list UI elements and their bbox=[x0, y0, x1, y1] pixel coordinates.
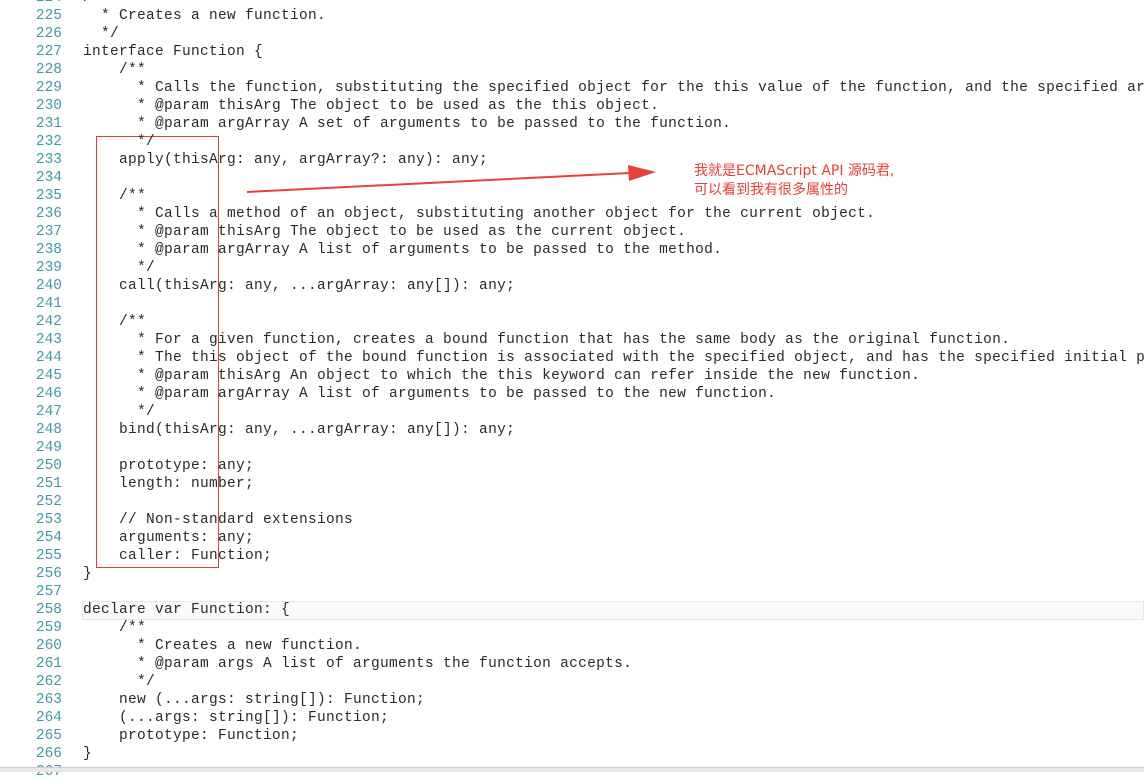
code-text[interactable]: * The this object of the bound function … bbox=[83, 349, 1144, 367]
code-text[interactable]: /** bbox=[83, 313, 146, 331]
code-text[interactable]: * @param argArray A set of arguments to … bbox=[83, 115, 731, 133]
code-text[interactable]: /** bbox=[83, 61, 146, 79]
code-text[interactable]: */ bbox=[83, 133, 155, 151]
code-text[interactable]: prototype: Function; bbox=[83, 727, 299, 745]
arrow-head bbox=[628, 165, 656, 181]
annotation-text: 我就是ECMAScript API 源码君, 可以看到我有很多属性的 bbox=[694, 162, 894, 200]
code-text[interactable]: * Calls a method of an object, substitut… bbox=[83, 205, 875, 223]
horizontal-scrollbar[interactable] bbox=[0, 767, 1144, 772]
code-text[interactable]: /** bbox=[83, 187, 146, 205]
code-text[interactable]: (...args: string[]): Function; bbox=[83, 709, 389, 727]
code-text[interactable]: * For a given function, creates a bound … bbox=[83, 331, 1010, 349]
code-text[interactable]: // Non-standard extensions bbox=[83, 511, 353, 529]
code-text[interactable]: interface Function { bbox=[83, 43, 263, 61]
code-text[interactable]: * @param args A list of arguments the fu… bbox=[83, 655, 632, 673]
code-text[interactable]: */ bbox=[83, 403, 155, 421]
code-text[interactable]: caller: Function; bbox=[83, 547, 272, 565]
code-text[interactable]: */ bbox=[83, 673, 155, 691]
code-text[interactable]: * Calls the function, substituting the s… bbox=[83, 79, 1144, 97]
code-text[interactable]: length: number; bbox=[83, 475, 254, 493]
code-text[interactable]: * @param argArray A list of arguments to… bbox=[83, 241, 722, 259]
code-text[interactable]: } bbox=[83, 745, 92, 763]
code-text[interactable]: arguments: any; bbox=[83, 529, 254, 547]
code-text[interactable]: } bbox=[83, 565, 92, 583]
code-text[interactable]: new (...args: string[]): Function; bbox=[83, 691, 425, 709]
annotation-line-2: 可以看到我有很多属性的 bbox=[694, 182, 848, 198]
arrow-shaft bbox=[246, 172, 631, 193]
code-text[interactable]: /** bbox=[83, 619, 146, 637]
code-text[interactable]: * @param thisArg An object to which the … bbox=[83, 367, 920, 385]
annotation-line-1: 我就是ECMAScript API 源码君, bbox=[694, 163, 895, 179]
code-line[interactable]: 229 * Calls the function, substituting t… bbox=[0, 79, 1144, 97]
code-line[interactable]: 244 * The this object of the bound funct… bbox=[0, 349, 1144, 367]
code-text[interactable]: /** bbox=[83, 0, 110, 7]
code-text[interactable]: * @param argArray A list of arguments to… bbox=[83, 385, 776, 403]
code-text[interactable]: */ bbox=[83, 25, 119, 43]
code-text[interactable]: bind(thisArg: any, ...argArray: any[]): … bbox=[83, 421, 515, 439]
code-text[interactable]: declare var Function: { bbox=[83, 601, 290, 619]
code-text[interactable]: prototype: any; bbox=[83, 457, 254, 475]
code-line[interactable]: 243 * For a given function, creates a bo… bbox=[0, 331, 1144, 349]
code-text[interactable]: apply(thisArg: any, argArray?: any): any… bbox=[83, 151, 488, 169]
code-text[interactable]: * @param thisArg The object to be used a… bbox=[83, 223, 686, 241]
code-text[interactable]: * @param thisArg The object to be used a… bbox=[83, 97, 659, 115]
code-text[interactable]: */ bbox=[83, 259, 155, 277]
code-text[interactable]: call(thisArg: any, ...argArray: any[]): … bbox=[83, 277, 515, 295]
code-text[interactable]: * Creates a new function. bbox=[83, 7, 326, 25]
code-text[interactable]: * Creates a new function. bbox=[83, 637, 362, 655]
